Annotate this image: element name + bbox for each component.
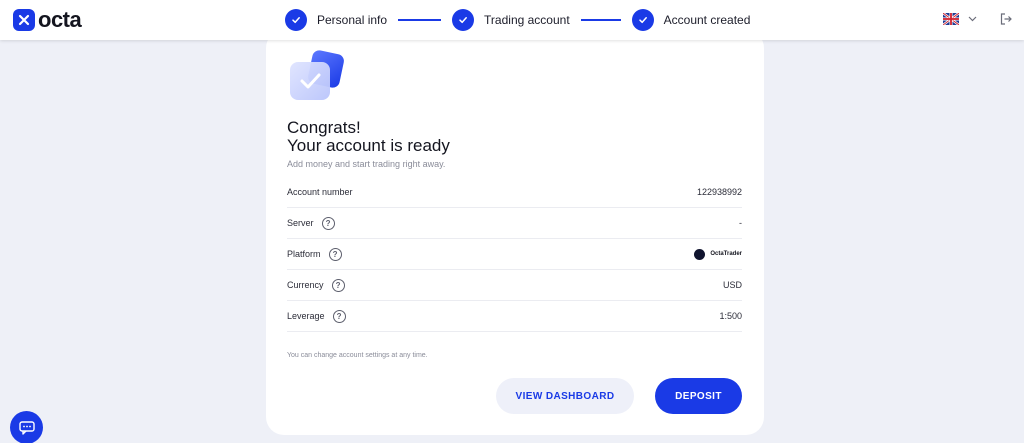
row-value: USD	[722, 280, 742, 290]
help-icon[interactable]: ?	[328, 247, 342, 261]
row-platform: Platform ? OctaTrader	[287, 239, 742, 270]
step-personal-info: Personal info	[285, 9, 387, 31]
chat-icon	[18, 420, 35, 435]
octa-logo-icon	[13, 9, 35, 31]
row-account-number: Account number 122938992	[287, 177, 742, 208]
settings-note: You can change account settings at any t…	[287, 352, 428, 359]
logout-icon	[1000, 13, 1012, 25]
platform-value: OctaTrader	[694, 248, 742, 260]
row-leverage: Leverage ? 1:500	[287, 301, 742, 332]
logout-button[interactable]	[999, 12, 1013, 31]
title-line-2: Your account is ready	[287, 136, 450, 155]
row-currency: Currency ? USD	[287, 270, 742, 301]
chat-button[interactable]	[10, 411, 43, 443]
uk-flag-icon	[943, 13, 959, 25]
language-selector[interactable]	[943, 13, 977, 25]
step-account-created: Account created	[631, 9, 751, 31]
row-label: Currency	[287, 280, 324, 290]
deposit-button[interactable]: DEPOSIT	[655, 378, 742, 414]
step-trading-account: Trading account	[452, 9, 570, 31]
step-connector	[398, 19, 442, 21]
row-value: 1:500	[719, 311, 742, 321]
help-icon[interactable]: ?	[332, 309, 346, 323]
step-label: Personal info	[317, 13, 388, 27]
check-icon	[285, 9, 307, 31]
account-ready-check-icon	[290, 50, 344, 100]
step-label: Trading account	[484, 13, 570, 27]
account-created-card: Congrats! Your account is ready Add mone…	[266, 30, 764, 435]
row-server: Server ? -	[287, 208, 742, 239]
step-connector	[580, 19, 621, 21]
top-header: octa Personal info Trading account Accou…	[0, 0, 1024, 40]
step-label: Account created	[663, 13, 751, 27]
help-icon[interactable]: ?	[331, 278, 345, 292]
account-details: Account number 122938992 Server ? - Plat…	[287, 177, 742, 332]
row-value: 122938992	[696, 187, 742, 197]
row-value: -	[739, 218, 742, 228]
subtitle: Add money and start trading right away.	[287, 159, 446, 169]
page-title: Congrats! Your account is ready	[287, 119, 450, 155]
brand-name: octa	[38, 7, 82, 32]
title-line-1: Congrats!	[287, 118, 361, 137]
row-label: Platform	[287, 249, 321, 259]
view-dashboard-button[interactable]: VIEW DASHBOARD	[496, 378, 634, 414]
row-label: Account number	[287, 187, 353, 197]
check-icon	[631, 9, 654, 31]
row-label: Leverage	[287, 311, 325, 321]
octatrader-logo-icon	[694, 248, 706, 260]
row-label: Server	[287, 218, 314, 228]
octa-logo[interactable]: octa	[13, 7, 82, 32]
help-icon[interactable]: ?	[321, 216, 335, 230]
signup-stepper: Personal info Trading account Account cr…	[285, 8, 750, 32]
row-value: OctaTrader	[710, 251, 742, 257]
check-icon	[452, 9, 475, 31]
chevron-down-icon	[968, 16, 977, 22]
